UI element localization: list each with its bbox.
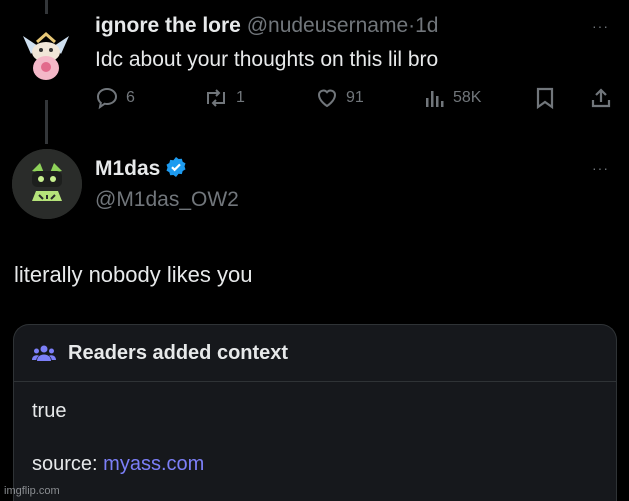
author-handle[interactable]: @M1das_OW2	[95, 188, 239, 212]
repost-icon	[207, 89, 225, 107]
author-name[interactable]: ignore the lore	[95, 14, 241, 37]
source-label: source:	[32, 453, 104, 475]
tweet-text: literally nobody likes you	[14, 262, 253, 287]
avatar-image	[13, 22, 79, 88]
reply-button[interactable]: 6	[95, 86, 135, 110]
avatar-image	[12, 149, 82, 219]
source-link[interactable]: myass.com	[103, 453, 204, 475]
more-options-button[interactable]: ···	[592, 160, 609, 176]
more-options-button[interactable]: ···	[592, 18, 609, 34]
avatar[interactable]	[13, 22, 79, 88]
reply-icon	[96, 87, 118, 110]
community-note[interactable]: Readers added context true source: myass…	[13, 324, 617, 501]
repost-count: 1	[236, 89, 245, 106]
bookmark-button[interactable]	[534, 86, 556, 110]
timestamp[interactable]: 1d	[415, 14, 438, 37]
reply-count: 6	[126, 89, 135, 106]
thread-line-bottom	[45, 100, 48, 144]
watermark: imgflip.com	[4, 485, 60, 497]
thread-line-top	[45, 0, 48, 14]
views-icon	[426, 91, 444, 107]
tweet-text: Idc about your thoughts on this lil bro	[95, 48, 439, 71]
like-button[interactable]: 91	[315, 86, 364, 110]
author-name[interactable]: M1das	[95, 157, 160, 180]
community-note-title: Readers added context	[68, 341, 289, 364]
like-count: 91	[346, 89, 364, 106]
people-icon	[32, 345, 56, 361]
repost-button[interactable]: 1	[203, 86, 245, 110]
author-handle[interactable]: @nudeusername	[247, 14, 408, 37]
share-button[interactable]	[590, 86, 612, 110]
views-count: 58K	[453, 89, 482, 106]
bookmark-icon	[536, 87, 554, 110]
views-button[interactable]: 58K	[424, 86, 481, 110]
share-icon	[591, 88, 611, 108]
community-note-text: true	[32, 400, 67, 422]
community-note-header: Readers added context	[14, 325, 616, 382]
avatar[interactable]	[12, 149, 82, 219]
like-icon	[317, 89, 337, 108]
verified-badge-icon	[166, 157, 186, 177]
